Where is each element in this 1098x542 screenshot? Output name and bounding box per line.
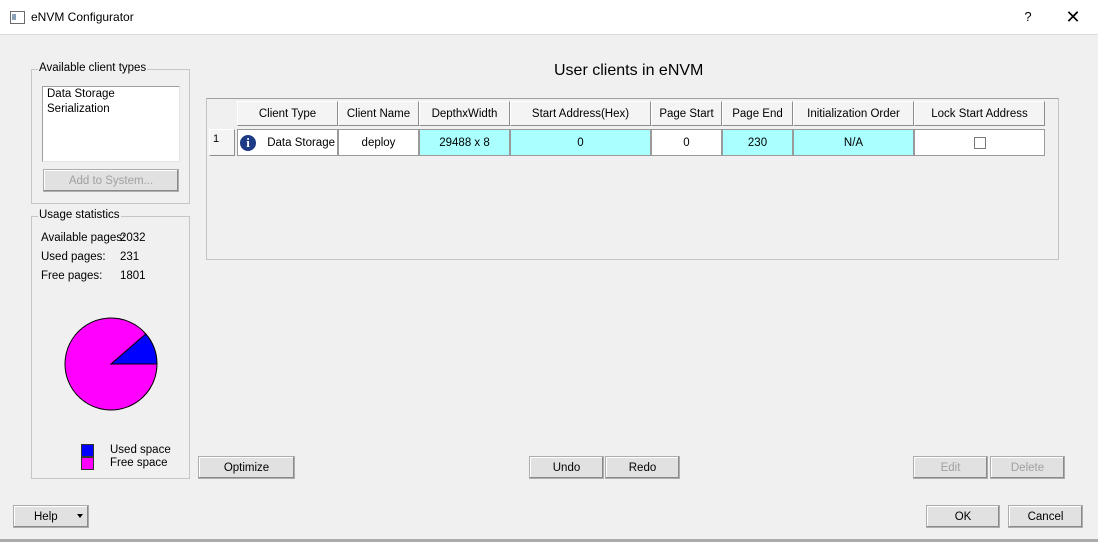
column-header-page-end[interactable]: Page End — [722, 101, 793, 126]
help-button-label: Help — [34, 510, 58, 523]
column-header-client-name[interactable]: Client Name — [338, 101, 419, 126]
help-dropdown-button[interactable]: Help — [13, 505, 89, 528]
column-header-client-type[interactable]: Client Type — [237, 101, 338, 126]
free-pages-value: 1801 — [120, 270, 146, 282]
context-help-button[interactable]: ? — [1018, 6, 1038, 28]
pie-slice-free — [64, 317, 158, 411]
column-header-start-address[interactable]: Start Address(Hex) — [510, 101, 651, 126]
column-header-depthxwidth[interactable]: DepthxWidth — [419, 101, 510, 126]
usage-pie-chart — [64, 317, 158, 411]
redo-button[interactable]: Redo — [605, 456, 680, 479]
column-header-initialization-order[interactable]: Initialization Order — [793, 101, 914, 126]
optimize-button[interactable]: Optimize — [198, 456, 295, 479]
column-header-page-start[interactable]: Page Start — [651, 101, 722, 126]
table-cell-page-start[interactable]: 0 — [651, 129, 722, 156]
page-title: User clients in eNVM — [554, 62, 704, 79]
undo-button[interactable]: Undo — [529, 456, 604, 479]
available-pages-label: Available pages: — [41, 232, 126, 244]
free-pages-label: Free pages: — [41, 270, 103, 282]
table-cell-start-address[interactable]: 0 — [510, 129, 651, 156]
legend-free-swatch — [81, 457, 94, 470]
lock-start-address-checkbox[interactable] — [974, 137, 986, 149]
edit-button[interactable]: Edit — [913, 456, 988, 479]
table-cell-page-end[interactable]: 230 — [722, 129, 793, 156]
ok-button[interactable]: OK — [926, 505, 1000, 528]
available-pages-value: 2032 — [120, 232, 146, 244]
client-types-list[interactable]: Data Storage Serialization — [42, 86, 180, 162]
table-cell-client-name[interactable]: deploy — [338, 129, 419, 156]
usage-statistics-label: Usage statistics — [38, 209, 121, 221]
client-types-label: Available client types — [38, 62, 148, 74]
app-window-icon — [10, 11, 25, 24]
legend-used-label: Used space — [110, 444, 171, 456]
used-pages-label: Used pages: — [41, 251, 106, 263]
info-icon: i — [240, 135, 256, 151]
cancel-button[interactable]: Cancel — [1008, 505, 1083, 528]
add-to-system-button[interactable]: Add to System... — [43, 169, 179, 192]
chevron-down-icon — [77, 514, 83, 518]
title-bar: eNVM Configurator ? ✕ — [0, 0, 1098, 35]
used-pages-value: 231 — [120, 251, 140, 263]
table-cell-initialization-order[interactable]: N/A — [793, 129, 914, 156]
legend-used-swatch — [81, 444, 94, 457]
client-type-value: Data Storage — [267, 137, 335, 149]
window-title: eNVM Configurator — [31, 10, 134, 24]
list-item[interactable]: Serialization — [43, 102, 179, 117]
close-icon[interactable]: ✕ — [1060, 6, 1086, 28]
row-number[interactable]: 1 — [209, 129, 235, 156]
delete-button[interactable]: Delete — [990, 456, 1065, 479]
column-header-lock-start-address[interactable]: Lock Start Address — [914, 101, 1045, 126]
list-item[interactable]: Data Storage — [43, 87, 179, 102]
table-cell-depthxwidth[interactable]: 29488 x 8 — [419, 129, 510, 156]
legend-free-label: Free space — [110, 457, 168, 469]
